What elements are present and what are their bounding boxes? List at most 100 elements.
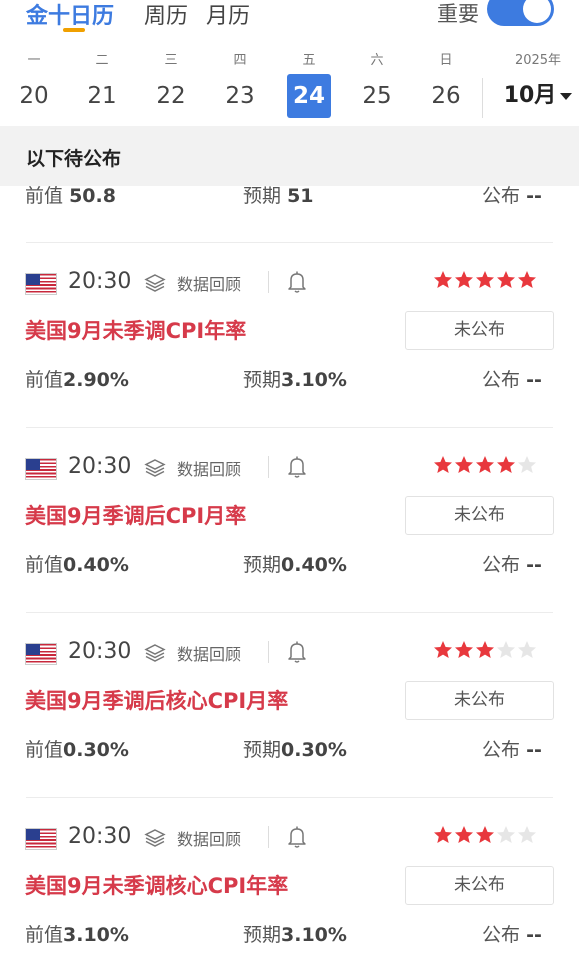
forecast-value: 0.30% bbox=[281, 739, 347, 761]
publish-label: 公布 bbox=[482, 924, 521, 946]
forecast-label: 预期 bbox=[243, 185, 282, 207]
event-time: 20:30 bbox=[68, 454, 132, 479]
divider bbox=[268, 826, 269, 848]
importance-stars bbox=[433, 640, 543, 664]
star-filled-icon bbox=[434, 641, 452, 658]
active-tab-indicator bbox=[63, 28, 85, 32]
us-flag-icon bbox=[25, 458, 57, 480]
star-filled-icon bbox=[434, 271, 452, 288]
forecast-value: 0.40% bbox=[281, 554, 347, 576]
publish-value: -- bbox=[526, 739, 542, 761]
star-filled-icon bbox=[497, 456, 515, 473]
prev-value-row: 前值0.30% bbox=[25, 735, 129, 762]
importance-stars bbox=[433, 270, 543, 294]
prev-label: 前值 bbox=[25, 739, 64, 761]
month-picker[interactable]: 2025年 10月 bbox=[497, 48, 579, 118]
divider bbox=[268, 456, 269, 478]
day-number: 20 bbox=[19, 83, 49, 109]
forecast-row: 预期3.10% bbox=[243, 920, 347, 947]
prev-label: 前值 bbox=[25, 924, 64, 946]
day-number: 25 bbox=[362, 83, 392, 109]
tab-jin10-calendar[interactable]: 金十日历 bbox=[26, 0, 114, 30]
day-fri-selected[interactable]: 五 24 bbox=[281, 48, 337, 118]
day-name: 日 bbox=[439, 53, 453, 68]
forecast-value: 51 bbox=[287, 185, 314, 207]
data-review-link[interactable]: 数据回顾 bbox=[177, 641, 241, 665]
bell-icon[interactable] bbox=[286, 270, 308, 294]
prev-label: 前值 bbox=[25, 369, 64, 391]
important-toggle[interactable] bbox=[487, 0, 554, 26]
forecast-row: 预期0.30% bbox=[243, 735, 347, 762]
publish-label: 公布 bbox=[482, 185, 521, 207]
publish-label: 公布 bbox=[482, 739, 521, 761]
forecast-row: 预期0.40% bbox=[243, 550, 347, 577]
layers-icon bbox=[144, 644, 166, 662]
event-title[interactable]: 美国9月未季调CPI年率 bbox=[25, 315, 246, 345]
event-title[interactable]: 美国9月未季调核心CPI年率 bbox=[25, 870, 288, 900]
status-button[interactable]: 未公布 bbox=[405, 866, 554, 905]
status-button[interactable]: 未公布 bbox=[405, 311, 554, 350]
event-card[interactable]: 20:30 数据回顾 美国9月季调后核心CPI月率 未公布 前值0.30% 预期0.30%… bbox=[0, 613, 579, 798]
section-header: 以下待公布 bbox=[0, 126, 579, 186]
us-flag-icon bbox=[25, 643, 57, 665]
important-label: 重要 bbox=[437, 2, 479, 26]
forecast-label: 预期 bbox=[243, 554, 282, 576]
event-card[interactable]: 20:30 数据回顾 美国9月未季调CPI年率 未公布 前值2.90% 预期3.10% 公布… bbox=[0, 243, 579, 428]
day-name: 六 bbox=[370, 53, 384, 68]
event-time: 20:30 bbox=[68, 639, 132, 664]
event-title[interactable]: 美国9月季调后CPI月率 bbox=[25, 500, 246, 530]
star-filled-icon bbox=[476, 641, 494, 658]
importance-stars bbox=[433, 825, 543, 849]
year-label: 2025年 bbox=[514, 53, 562, 68]
day-sat[interactable]: 六 25 bbox=[349, 48, 405, 118]
top-bar: 金十日历 周历 月历 重要 bbox=[0, 0, 579, 42]
publish-row: 公布 -- bbox=[482, 550, 542, 577]
star-filled-icon bbox=[476, 456, 494, 473]
day-number: 22 bbox=[156, 83, 186, 109]
status-button[interactable]: 未公布 bbox=[405, 496, 554, 535]
star-empty-icon bbox=[518, 826, 536, 843]
prev-label: 前值 bbox=[25, 554, 64, 576]
prev-value: 3.10% bbox=[63, 924, 129, 946]
tab-monthly[interactable]: 月历 bbox=[206, 0, 250, 30]
day-thu[interactable]: 四 23 bbox=[212, 48, 268, 118]
day-tue[interactable]: 二 21 bbox=[74, 48, 130, 118]
star-filled-icon bbox=[476, 826, 494, 843]
publish-value: -- bbox=[526, 185, 542, 207]
day-wed[interactable]: 三 22 bbox=[143, 48, 199, 118]
divider bbox=[268, 641, 269, 663]
prev-value: 2.90% bbox=[63, 369, 129, 391]
day-number: 24 bbox=[287, 74, 331, 118]
day-sun[interactable]: 日 26 bbox=[418, 48, 474, 118]
prev-value: 0.40% bbox=[63, 554, 129, 576]
bell-icon[interactable] bbox=[286, 640, 308, 664]
data-review-link[interactable]: 数据回顾 bbox=[177, 456, 241, 480]
bell-icon[interactable] bbox=[286, 455, 308, 479]
event-title[interactable]: 美国9月季调后核心CPI月率 bbox=[25, 685, 288, 715]
publish-value: -- bbox=[526, 924, 542, 946]
data-review-link[interactable]: 数据回顾 bbox=[177, 826, 241, 850]
day-name: 二 bbox=[95, 53, 109, 68]
us-flag-icon bbox=[25, 828, 57, 850]
publish-value: -- bbox=[526, 369, 542, 391]
star-filled-icon bbox=[434, 826, 452, 843]
event-time: 20:30 bbox=[68, 824, 132, 849]
tab-weekly[interactable]: 周历 bbox=[144, 0, 188, 30]
publish-row: 公布 -- bbox=[482, 365, 542, 392]
month-select[interactable]: 10月 bbox=[497, 74, 579, 118]
event-card[interactable]: 20:30 数据回顾美国9月未季调核心CPI年率 未公布前值3.10% 预期3.10%… bbox=[0, 798, 579, 960]
event-card[interactable]: 20:30 数据回顾 美国9月季调后CPI月率 未公布 前值0.40% 预期0.40% 公布… bbox=[0, 428, 579, 613]
data-review-link[interactable]: 数据回顾 bbox=[177, 271, 241, 295]
star-filled-icon bbox=[476, 271, 494, 288]
day-mon[interactable]: 一 20 bbox=[6, 48, 62, 118]
prev-value-row: 前值0.40% bbox=[25, 550, 129, 577]
week-strip: 一 20 二 21 三 22 四 23 五 24 六 25 日 26 2025年… bbox=[0, 48, 579, 126]
status-button[interactable]: 未公布 bbox=[405, 681, 554, 720]
day-name: 一 bbox=[27, 53, 41, 68]
divider bbox=[268, 271, 269, 293]
bell-icon[interactable] bbox=[286, 825, 308, 849]
layers-icon bbox=[144, 274, 166, 292]
forecast-value: 3.10% bbox=[281, 369, 347, 391]
star-filled-icon bbox=[455, 826, 473, 843]
month-label: 10月 bbox=[503, 83, 557, 108]
